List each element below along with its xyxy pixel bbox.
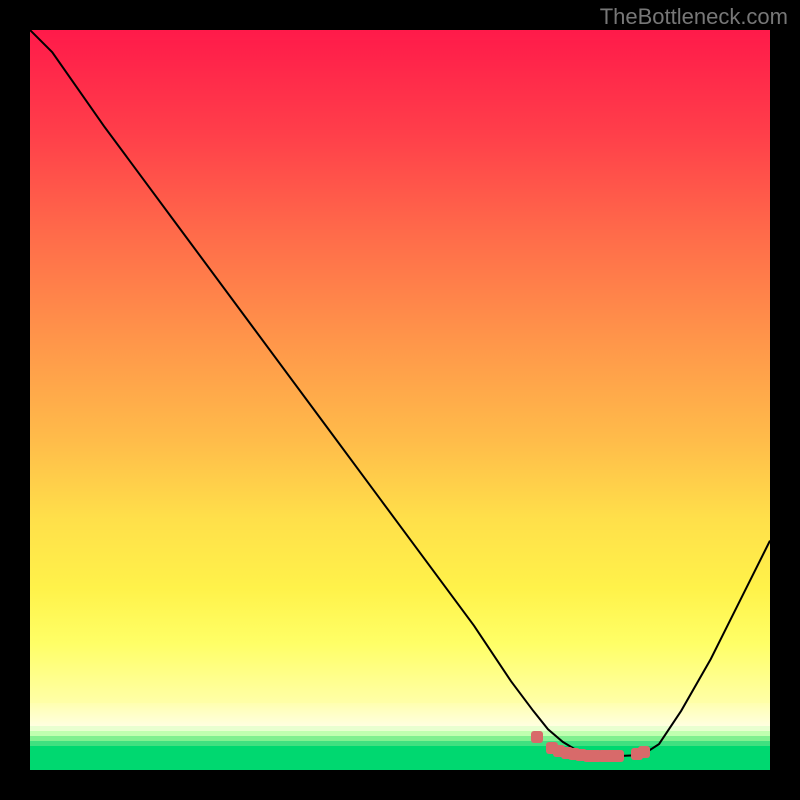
optimal-marker — [612, 750, 624, 762]
plot-area — [30, 30, 770, 770]
attribution-text: TheBottleneck.com — [600, 4, 788, 30]
optimal-markers-layer — [30, 30, 770, 770]
optimal-marker — [531, 731, 543, 743]
optimal-marker — [638, 746, 650, 758]
